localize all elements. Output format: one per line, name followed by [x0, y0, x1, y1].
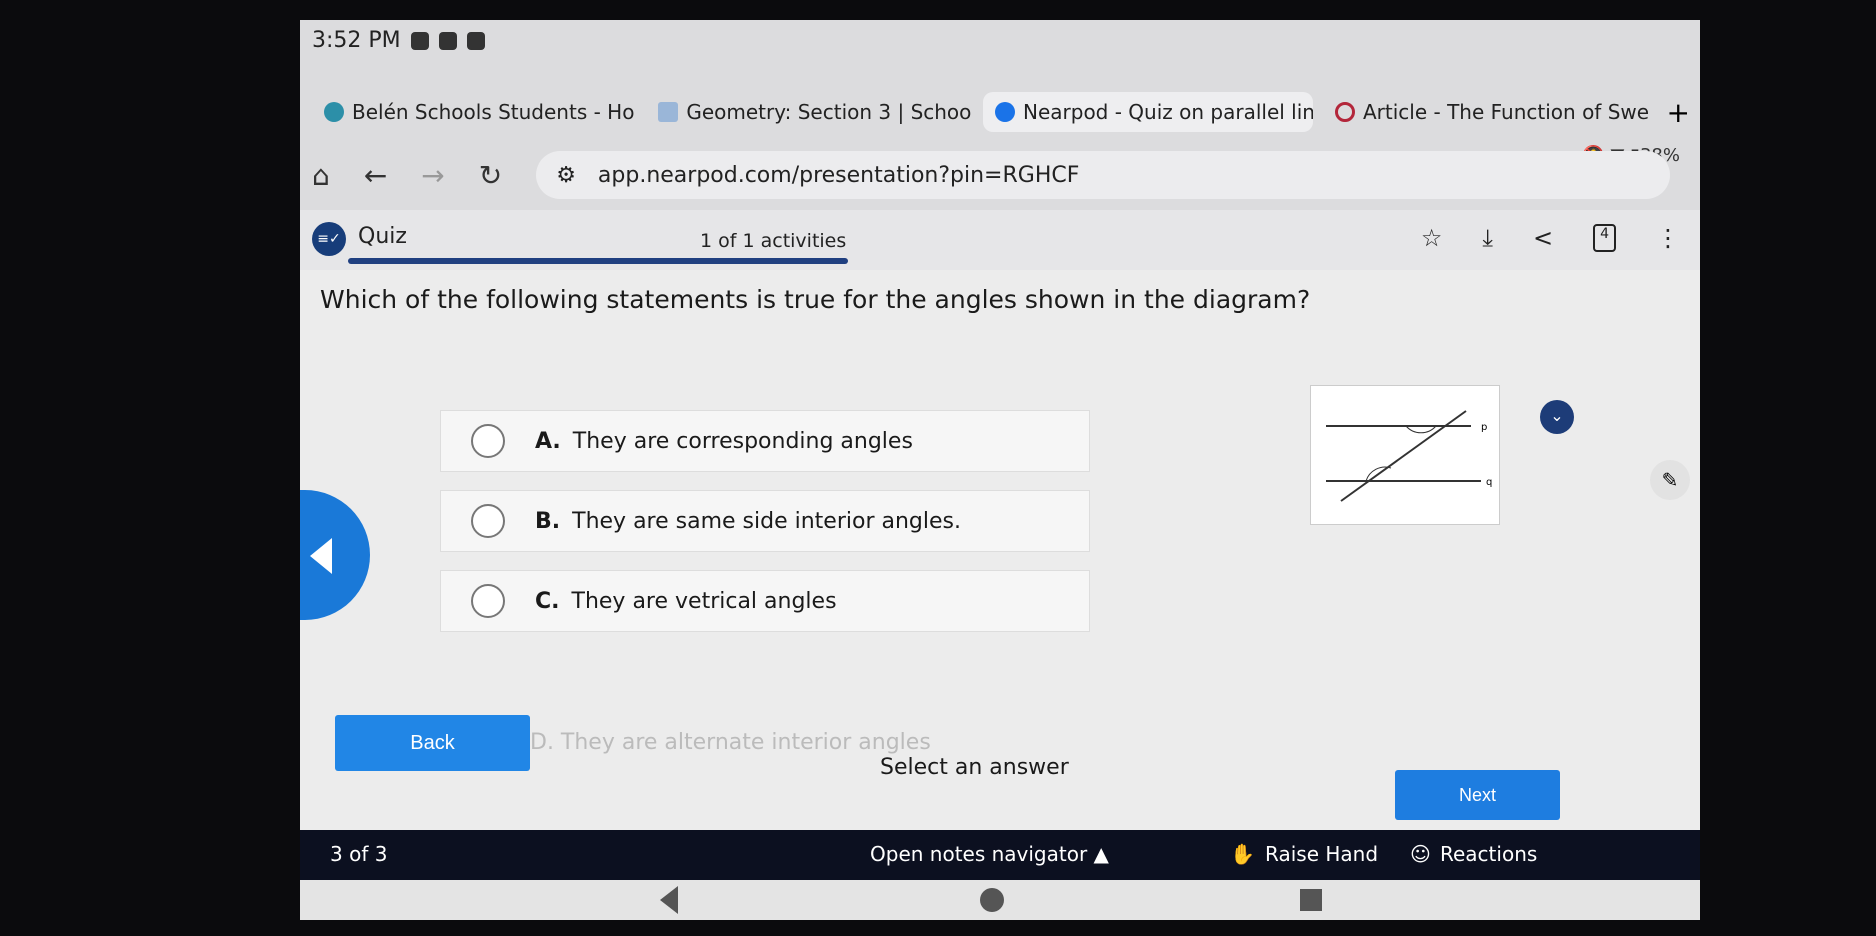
browser-toolbar: ⌂ ← → ↻ ⚙ app.nearpod.com/presentation?pi… — [300, 145, 1700, 205]
back-button[interactable]: Back — [335, 715, 530, 771]
bookmark-star-icon[interactable]: ☆ — [1421, 224, 1443, 252]
tab-label: Article - The Function of Swe — [1363, 100, 1650, 124]
tab-belen-schools[interactable]: Belén Schools Students - Ho✕ — [312, 92, 636, 132]
option-letter: A. — [535, 428, 561, 454]
activity-count: 1 of 1 activities — [700, 230, 847, 252]
tab-label: Geometry: Section 3 | Schoo — [686, 100, 972, 124]
select-answer-prompt: Select an answer — [880, 755, 1069, 780]
option-letter: C. — [535, 588, 560, 614]
tab-label: Nearpod - Quiz on parallel lin — [1023, 100, 1313, 124]
android-nav-bar — [300, 880, 1700, 920]
tab-count-button[interactable]: 4 — [1593, 224, 1616, 252]
nav-recents-icon[interactable] — [1300, 889, 1322, 911]
tab-geometry[interactable]: Geometry: Section 3 | Schoo✕ — [646, 92, 973, 132]
open-notes-navigator[interactable]: Open notes navigator ▲ — [870, 842, 1109, 866]
option-c[interactable]: C. They are vetrical angles — [440, 570, 1090, 632]
notification-icon — [438, 31, 457, 50]
new-tab-button[interactable]: + — [1667, 96, 1690, 129]
home-icon[interactable]: ⌂ — [312, 159, 330, 192]
more-menu-icon[interactable]: ⋮ — [1656, 224, 1680, 252]
status-bar: 3:52 PM — [312, 28, 485, 53]
clock: 3:52 PM — [312, 28, 401, 53]
radio-button[interactable] — [471, 584, 505, 618]
radio-button[interactable] — [471, 504, 505, 538]
sharepoint-icon — [324, 102, 344, 122]
line-label-p: p — [1481, 422, 1487, 433]
option-text: They are corresponding angles — [572, 428, 913, 454]
tab-strip: Belén Schools Students - Ho✕ Geometry: S… — [312, 82, 1690, 142]
bottom-bar: 3 of 3 Open notes navigator ▲ ✋ Raise Ha… — [300, 830, 1700, 880]
nearpod-icon — [995, 102, 1015, 122]
question-text: Which of the following statements is tru… — [320, 285, 1311, 314]
article-icon — [1335, 102, 1355, 122]
line-label-q: q — [1486, 477, 1492, 488]
notes-edit-icon[interactable]: ✎ — [1650, 460, 1690, 500]
forward-arrow-icon[interactable]: → — [421, 159, 444, 192]
quiz-title: Quiz — [358, 224, 407, 249]
option-d-faded[interactable]: D. They are alternate interior angles — [530, 730, 931, 755]
tablet-screen: 3:52 PM 🔕 ▼ ▮38% Belén Schools Students … — [300, 20, 1700, 920]
activity-progress-bar — [348, 258, 848, 264]
option-letter: B. — [535, 508, 561, 534]
schoology-icon — [658, 102, 679, 122]
notification-icon — [410, 31, 429, 50]
chevron-down-icon[interactable]: ⌄ — [1540, 400, 1574, 434]
download-icon[interactable]: ⤓ — [1482, 224, 1493, 252]
nav-back-icon[interactable] — [660, 886, 678, 914]
option-b[interactable]: B. They are same side interior angles. — [440, 490, 1090, 552]
parallel-lines-diagram: p q — [1326, 410, 1492, 502]
tab-article[interactable]: Article - The Function of Swe✕ — [1323, 92, 1651, 132]
nearpod-app: ≡✓ Quiz 1 of 1 activities ☆ ⤓ < 4 ⋮ Whic… — [300, 210, 1700, 920]
quiz-icon: ≡✓ — [312, 222, 346, 256]
reload-icon[interactable]: ↻ — [479, 159, 502, 192]
share-icon[interactable]: < — [1533, 224, 1553, 252]
reactions-icon[interactable]: ☺ — [1410, 842, 1431, 866]
quiz-header: ≡✓ Quiz 1 of 1 activities ☆ ⤓ < 4 ⋮ — [300, 210, 1700, 270]
option-a[interactable]: A. They are corresponding angles — [440, 410, 1090, 472]
tab-nearpod[interactable]: Nearpod - Quiz on parallel lin✕ — [983, 92, 1313, 132]
raise-hand-button[interactable]: Raise Hand — [1265, 842, 1378, 866]
nav-home-icon[interactable] — [980, 888, 1004, 912]
next-button[interactable]: Next — [1395, 770, 1560, 820]
radio-button[interactable] — [471, 424, 505, 458]
option-text: They are same side interior angles. — [572, 508, 961, 534]
raise-hand-icon[interactable]: ✋ — [1230, 842, 1255, 866]
page-counter: 3 of 3 — [330, 842, 388, 866]
address-bar[interactable]: ⚙ app.nearpod.com/presentation?pin=RGHCF — [536, 151, 1670, 199]
previous-slide-button[interactable] — [300, 490, 370, 620]
angle-diagram[interactable]: p q — [1310, 385, 1500, 525]
option-text: They are vetrical angles — [571, 588, 837, 614]
reactions-button[interactable]: Reactions — [1440, 842, 1537, 866]
site-settings-icon[interactable]: ⚙ — [556, 163, 576, 188]
tab-label: Belén Schools Students - Ho — [352, 100, 635, 124]
back-arrow-icon[interactable]: ← — [364, 159, 387, 192]
notification-icon — [466, 31, 485, 50]
url-text: app.nearpod.com/presentation?pin=RGHCF — [597, 162, 1080, 188]
